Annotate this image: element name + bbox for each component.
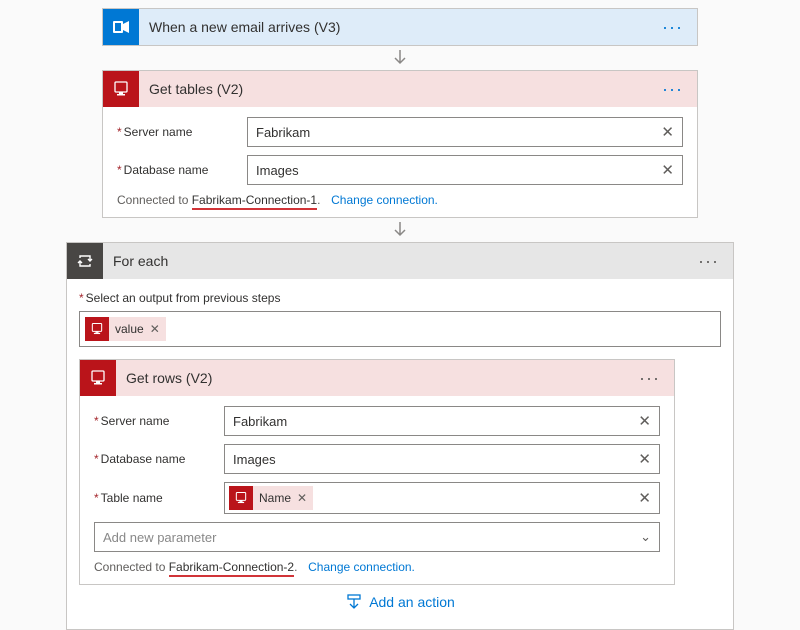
token-remove-icon[interactable]: ✕ <box>150 322 160 336</box>
get-rows-title: Get rows (V2) <box>116 370 633 386</box>
add-action-button[interactable]: Add an action <box>79 585 721 617</box>
foreach-title: For each <box>103 253 692 269</box>
clear-icon[interactable]: ✕ <box>659 123 676 141</box>
sql-icon <box>229 486 253 510</box>
database-name-input[interactable]: Images ✕ <box>247 155 683 185</box>
chevron-down-icon: ⌄ <box>640 529 651 545</box>
server-name-input[interactable]: Fabrikam ✕ <box>247 117 683 147</box>
get-tables-card: Get tables (V2) ··· *Server name Fabrika… <box>102 70 698 218</box>
get-tables-menu-button[interactable]: ··· <box>656 79 689 100</box>
get-tables-title: Get tables (V2) <box>139 81 656 97</box>
connection-info: Connected to Fabrikam-Connection-2. Chan… <box>94 560 660 576</box>
loop-icon <box>67 243 103 279</box>
trigger-menu-button[interactable]: ··· <box>656 17 689 38</box>
value-token[interactable]: value ✕ <box>85 317 166 341</box>
sql-icon <box>85 317 109 341</box>
sql-icon <box>103 71 139 107</box>
change-connection-link[interactable]: Change connection. <box>308 560 415 574</box>
table-name-input[interactable]: Name ✕ ✕ <box>224 482 660 514</box>
get-tables-header[interactable]: Get tables (V2) ··· <box>103 71 697 107</box>
arrow-connector <box>390 46 410 70</box>
database-name-label: *Database name <box>94 452 224 466</box>
connection-name: Fabrikam-Connection-2 <box>169 560 294 577</box>
arrow-connector <box>390 218 410 242</box>
get-rows-header[interactable]: Get rows (V2) ··· <box>80 360 674 396</box>
trigger-title: When a new email arrives (V3) <box>139 19 656 35</box>
name-token[interactable]: Name ✕ <box>229 486 313 510</box>
get-rows-menu-button[interactable]: ··· <box>633 368 666 389</box>
clear-icon[interactable]: ✕ <box>636 489 653 507</box>
change-connection-link[interactable]: Change connection. <box>331 193 438 207</box>
foreach-card: For each ··· *Select an output from prev… <box>66 242 734 630</box>
token-remove-icon[interactable]: ✕ <box>297 491 307 505</box>
foreach-header[interactable]: For each ··· <box>67 243 733 279</box>
clear-icon[interactable]: ✕ <box>659 161 676 179</box>
server-name-label: *Server name <box>117 125 247 139</box>
database-name-label: *Database name <box>117 163 247 177</box>
clear-icon[interactable]: ✕ <box>636 412 653 430</box>
trigger-card: When a new email arrives (V3) ··· <box>102 8 698 46</box>
get-rows-card: Get rows (V2) ··· *Server name Fabrikam … <box>79 359 675 585</box>
table-name-label: *Table name <box>94 491 224 505</box>
sql-icon <box>80 360 116 396</box>
database-name-input[interactable]: Images ✕ <box>224 444 660 474</box>
clear-icon[interactable]: ✕ <box>636 450 653 468</box>
server-name-label: *Server name <box>94 414 224 428</box>
server-name-input[interactable]: Fabrikam ✕ <box>224 406 660 436</box>
foreach-select-label: *Select an output from previous steps <box>79 291 721 305</box>
connection-name: Fabrikam-Connection-1 <box>192 193 317 210</box>
foreach-menu-button[interactable]: ··· <box>692 251 725 272</box>
add-action-icon <box>345 593 363 611</box>
trigger-header[interactable]: When a new email arrives (V3) ··· <box>103 9 697 45</box>
add-parameter-dropdown[interactable]: Add new parameter ⌄ <box>94 522 660 552</box>
foreach-output-input[interactable]: value ✕ <box>79 311 721 347</box>
outlook-icon <box>103 9 139 45</box>
connection-info: Connected to Fabrikam-Connection-1. Chan… <box>117 193 683 209</box>
